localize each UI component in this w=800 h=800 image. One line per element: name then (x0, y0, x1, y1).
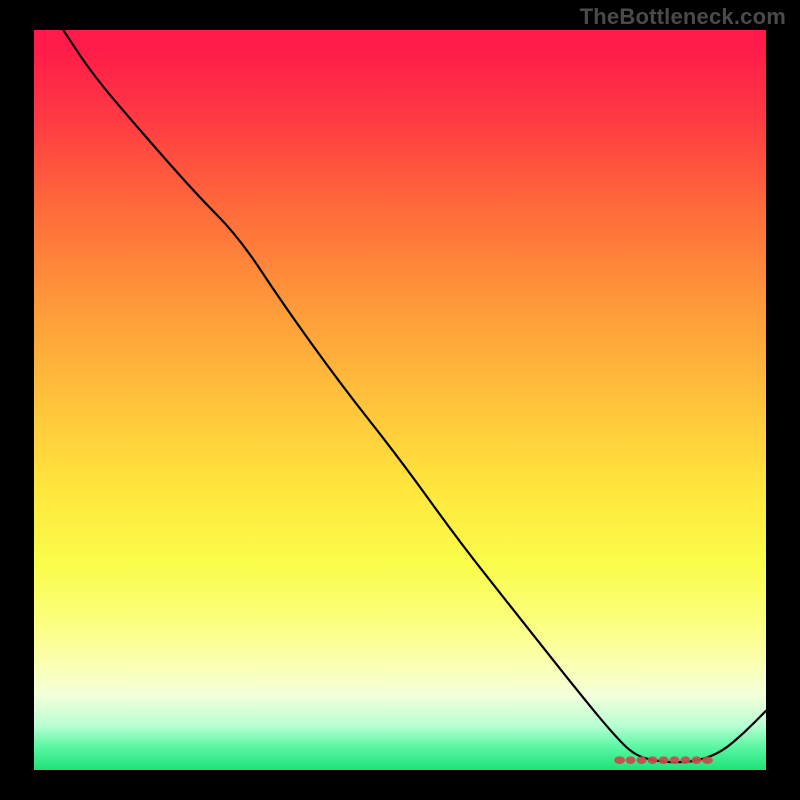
optimal-dot (648, 756, 658, 764)
chart-svg (34, 30, 766, 770)
curve-path (63, 30, 766, 762)
chart-frame: TheBottleneck.com (0, 0, 800, 800)
optimal-dot (614, 756, 625, 764)
watermark-text: TheBottleneck.com (580, 4, 786, 30)
optimal-dot (670, 756, 680, 764)
plot-area (34, 30, 766, 770)
optimal-dot (680, 756, 690, 764)
optimal-band (614, 756, 713, 764)
optimal-dot (659, 756, 669, 764)
optimal-dot (626, 756, 636, 764)
optimal-dot (691, 756, 701, 764)
optimal-dot (702, 756, 713, 764)
optimal-dot (637, 756, 647, 764)
